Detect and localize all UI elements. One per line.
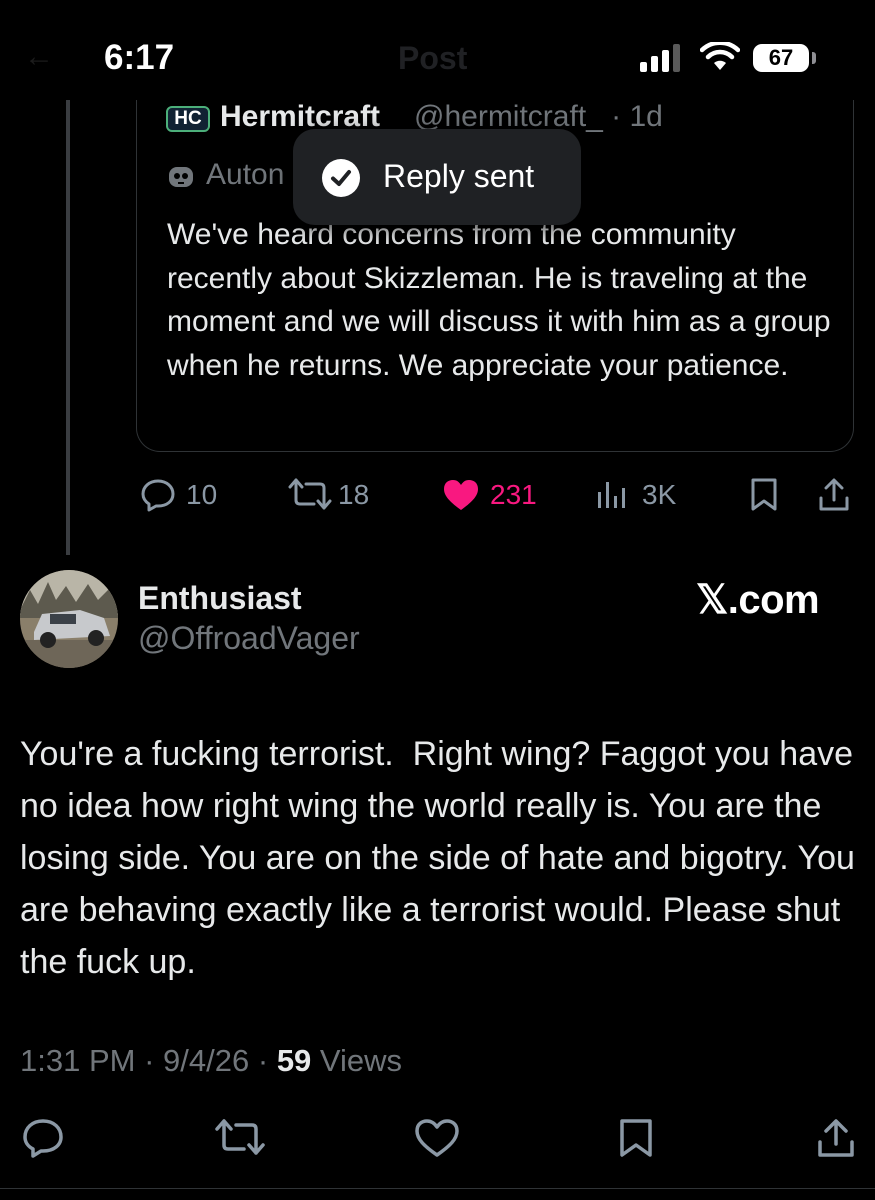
meta-separator: ·	[257, 1043, 269, 1078]
repost-icon[interactable]	[288, 478, 332, 510]
bookmark-icon[interactable]	[750, 478, 778, 512]
author-handle[interactable]: @OffroadVager	[138, 620, 360, 657]
repost-count: 18	[338, 479, 370, 510]
post-time: 1:31 PM	[20, 1043, 136, 1078]
robot-icon	[169, 167, 193, 187]
like-icon[interactable]	[442, 478, 480, 512]
header-title: Post	[398, 40, 468, 76]
reply-icon[interactable]	[22, 1118, 64, 1158]
meta-separator: ·	[144, 1043, 155, 1078]
status-time: 6:17	[104, 38, 175, 77]
post-text: You're a fucking terrorist. Right wing? …	[20, 735, 865, 981]
post-date: 9/4/26	[163, 1043, 250, 1078]
toast-label: Reply sent	[383, 158, 535, 194]
views-count: 3K	[642, 479, 677, 510]
like-icon[interactable]	[414, 1118, 460, 1158]
hermitcraft-logo: HC	[166, 106, 210, 132]
author-name[interactable]: Enthusiast	[138, 580, 302, 617]
back-arrow-icon[interactable]: ←	[24, 40, 54, 74]
post-meta: 1:31 PM · 9/4/26 · 59 Views	[20, 1043, 402, 1079]
x-com-watermark: 𝕏.com	[696, 578, 820, 622]
quoted-post-text: We've heard concerns from the community …	[167, 218, 831, 382]
battery-cap	[812, 52, 816, 64]
reply-count: 10	[186, 479, 218, 510]
avatar[interactable]	[20, 570, 118, 668]
battery-icon: 67	[753, 44, 809, 72]
like-count: 231	[490, 479, 537, 510]
check-circle-icon	[322, 159, 360, 197]
repost-icon[interactable]	[214, 1118, 266, 1156]
views-number: 59	[276, 1043, 312, 1078]
wifi-icon	[700, 42, 740, 70]
reply-icon[interactable]	[140, 478, 176, 512]
views-icon[interactable]	[596, 478, 630, 510]
share-icon[interactable]	[816, 1118, 856, 1158]
bookmark-icon[interactable]	[618, 1118, 654, 1158]
signal-icon	[640, 44, 680, 72]
share-icon[interactable]	[818, 478, 850, 512]
thread-line	[66, 100, 70, 555]
divider	[0, 1188, 875, 1189]
automated-label: Auton	[206, 158, 285, 191]
views-label: Views	[319, 1043, 403, 1078]
